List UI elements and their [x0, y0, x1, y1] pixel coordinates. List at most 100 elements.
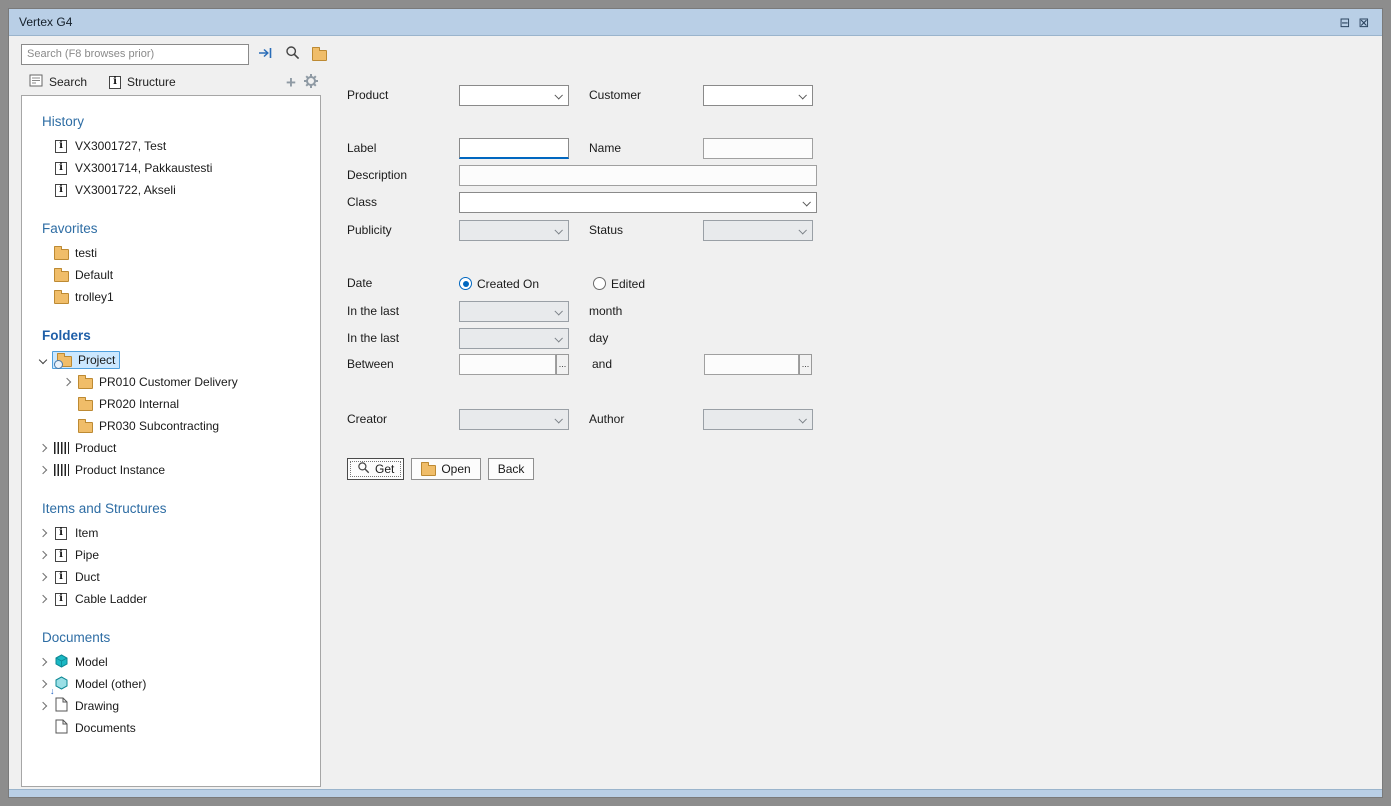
tree-item-vx3001727[interactable]: i VX3001727, Test [22, 135, 320, 157]
class-label: Class [347, 192, 377, 213]
product-combobox[interactable] [459, 85, 569, 106]
chevron-right-icon[interactable] [34, 566, 52, 588]
tree-item-pipe[interactable]: i Pipe [22, 544, 320, 566]
creator-combobox[interactable] [459, 409, 569, 430]
class-combobox[interactable] [459, 192, 817, 213]
folder-icon [54, 249, 69, 260]
model-icon [54, 654, 69, 671]
item-info-icon: i [55, 140, 67, 153]
get-button[interactable]: Get [347, 458, 404, 480]
between-from-input[interactable] [459, 354, 556, 375]
tree-item-testi[interactable]: testi [22, 242, 320, 264]
tree-item-label: Product [75, 441, 116, 455]
barcode-icon [54, 464, 69, 476]
tree-item-vx3001714[interactable]: i VX3001714, Pakkaustesti [22, 157, 320, 179]
tree-item-label: Default [75, 268, 113, 282]
publicity-combobox[interactable] [459, 220, 569, 241]
customer-combobox[interactable] [703, 85, 813, 106]
folder-icon [78, 422, 93, 433]
add-tab-button[interactable]: + [281, 72, 301, 92]
created-on-label: Created On [477, 277, 539, 291]
section-heading-documents: Documents [22, 626, 320, 651]
tree-item-item[interactable]: i Item [22, 522, 320, 544]
description-input[interactable] [459, 165, 817, 186]
day-unit-label: day [589, 328, 608, 349]
document-page-icon [55, 719, 68, 737]
open-button[interactable]: Open [411, 458, 480, 480]
month-unit-label: month [589, 301, 622, 322]
last-months-combobox[interactable] [459, 301, 569, 322]
chevron-spacer [58, 393, 76, 415]
tree-item-documents[interactable]: Documents [22, 717, 320, 739]
date-label: Date [347, 273, 372, 294]
chevron-down-icon[interactable] [34, 349, 52, 371]
name-input[interactable] [703, 138, 813, 159]
chevron-spacer [34, 179, 52, 201]
chevron-right-icon[interactable] [34, 588, 52, 610]
tree-item-cable-ladder[interactable]: i Cable Ladder [22, 588, 320, 610]
back-button[interactable]: Back [488, 458, 535, 480]
tree-item-label: VX3001727, Test [75, 139, 166, 153]
label-input[interactable] [459, 138, 569, 159]
last-days-combobox[interactable] [459, 328, 569, 349]
tree-item-default[interactable]: Default [22, 264, 320, 286]
chevron-right-icon[interactable] [58, 371, 76, 393]
barcode-icon [54, 442, 69, 454]
chevron-right-icon[interactable] [34, 437, 52, 459]
settings-button[interactable] [301, 72, 321, 92]
tree-item-duct[interactable]: i Duct [22, 566, 320, 588]
tree-item-model-other[interactable]: ↓ Model (other) [22, 673, 320, 695]
tree-item-vx3001722[interactable]: i VX3001722, Akseli [22, 179, 320, 201]
edited-radio[interactable] [593, 277, 606, 290]
chevron-spacer [34, 717, 52, 739]
search-button[interactable] [282, 44, 303, 65]
tree-item-project[interactable]: Project [22, 349, 320, 371]
label-label: Label [347, 138, 376, 159]
between-to-input[interactable] [704, 354, 799, 375]
minimize-button[interactable]: ⊟ [1337, 15, 1353, 30]
author-label: Author [589, 409, 624, 430]
go-button[interactable] [255, 44, 276, 65]
tree-item-label: testi [75, 246, 97, 260]
selected-highlight: Project [52, 351, 120, 369]
between-to-picker-button[interactable]: ... [799, 354, 812, 375]
tree-item-drawing[interactable]: Drawing [22, 695, 320, 717]
item-info-icon: i [55, 527, 67, 540]
tree-item-product[interactable]: Product [22, 437, 320, 459]
search-form-icon [29, 74, 43, 90]
search-input[interactable] [21, 44, 249, 65]
author-combobox[interactable] [703, 409, 813, 430]
chevron-right-icon[interactable] [34, 544, 52, 566]
tree-item-trolley1[interactable]: trolley1 [22, 286, 320, 308]
close-button[interactable]: ⊠ [1356, 15, 1372, 30]
tree-item-pr010[interactable]: PR010 Customer Delivery [22, 371, 320, 393]
tree-item-label: Product Instance [75, 463, 165, 477]
created-on-radio[interactable] [459, 277, 472, 290]
tree-item-product-instance[interactable]: Product Instance [22, 459, 320, 481]
tab-structure[interactable]: i Structure [109, 75, 176, 89]
chevron-right-icon[interactable] [34, 695, 52, 717]
browse-folder-button[interactable] [309, 44, 330, 65]
tree-item-model[interactable]: Model [22, 651, 320, 673]
tree-item-pr020[interactable]: PR020 Internal [22, 393, 320, 415]
chevron-spacer [58, 415, 76, 437]
magnifier-icon [285, 45, 300, 63]
item-info-icon: i [55, 593, 67, 606]
between-from-picker-button[interactable]: ... [556, 354, 569, 375]
tree-item-pr030[interactable]: PR030 Subcontracting [22, 415, 320, 437]
chevron-spacer [34, 264, 52, 286]
description-label: Description [347, 165, 407, 186]
tab-search[interactable]: Search [29, 74, 87, 90]
tab-search-label: Search [49, 75, 87, 89]
chevron-right-icon[interactable] [34, 459, 52, 481]
section-heading-folders: Folders [22, 324, 320, 349]
in-the-last-month-label: In the last [347, 301, 399, 322]
tree-item-label: Duct [75, 570, 100, 584]
chevron-right-icon[interactable] [34, 522, 52, 544]
chevron-right-icon[interactable] [34, 651, 52, 673]
section-heading-items: Items and Structures [22, 497, 320, 522]
and-label: and [592, 354, 612, 375]
status-combobox[interactable] [703, 220, 813, 241]
publicity-label: Publicity [347, 220, 392, 241]
tree-item-label: PR010 Customer Delivery [99, 375, 238, 389]
